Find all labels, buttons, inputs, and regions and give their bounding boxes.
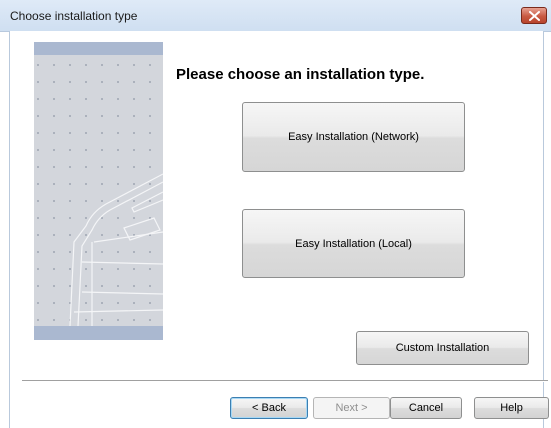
installer-window: Choose installation type Please choose a… (0, 0, 551, 428)
easy-install-network-button[interactable]: Easy Installation (Network) (242, 102, 465, 172)
next-button[interactable]: Next > (313, 397, 390, 419)
title-bar[interactable]: Choose installation type (0, 0, 551, 32)
custom-install-label: Custom Installation (395, 342, 490, 354)
cancel-button[interactable]: Cancel (390, 397, 462, 419)
window-title: Choose installation type (10, 9, 138, 23)
back-button[interactable]: < Back (230, 397, 308, 419)
next-label: Next > (335, 402, 368, 414)
close-button[interactable] (521, 7, 547, 24)
help-label: Help (500, 402, 523, 414)
page-heading: Please choose an installation type. (176, 66, 425, 83)
custom-install-button[interactable]: Custom Installation (356, 331, 529, 365)
close-icon (529, 11, 540, 21)
cancel-label: Cancel (408, 402, 444, 414)
easy-install-local-label: Easy Installation (Local) (295, 237, 412, 250)
easy-install-network-label: Easy Installation (Network) (288, 131, 419, 143)
easy-install-local-button[interactable]: Easy Installation (Local) (242, 209, 465, 278)
help-button[interactable]: Help (474, 397, 549, 419)
printer-banner-image (34, 42, 163, 340)
footer-separator (22, 380, 548, 382)
back-label: < Back (252, 402, 286, 414)
